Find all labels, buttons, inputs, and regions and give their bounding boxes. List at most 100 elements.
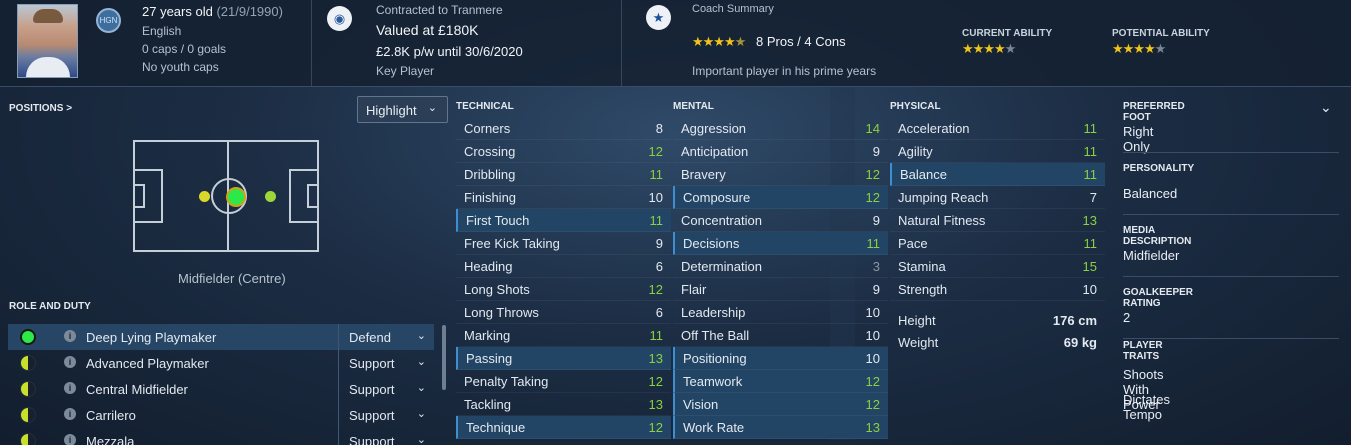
- attribute-value: 13: [1082, 213, 1097, 228]
- mental-attribute-row[interactable]: Work Rate 13: [673, 416, 888, 439]
- duty-dropdown[interactable]: Defend ⌄: [338, 324, 434, 350]
- position-dot-mc[interactable]: [226, 187, 246, 207]
- coach-star-icon: ★: [646, 5, 671, 30]
- contract-label: Contracted to Tranmere: [376, 3, 503, 17]
- technical-attribute-row[interactable]: Penalty Taking 12: [456, 370, 671, 393]
- dob-text: (21/9/1990): [216, 4, 283, 19]
- mental-attribute-row[interactable]: Concentration 9: [673, 209, 888, 232]
- physical-attribute-row[interactable]: Balance 11: [890, 163, 1105, 186]
- mental-attribute-row[interactable]: Determination 3: [673, 255, 888, 278]
- attribute-name: Long Throws: [464, 305, 539, 320]
- chevron-down-icon: ⌄: [416, 434, 426, 445]
- roles-scrollbar[interactable]: [442, 325, 446, 390]
- attribute-value: 13: [648, 397, 663, 412]
- duty-dropdown[interactable]: Support ⌄: [338, 428, 434, 445]
- physical-attribute-row[interactable]: Strength 10: [890, 278, 1105, 301]
- mental-attribute-row[interactable]: Composure 12: [673, 186, 888, 209]
- mental-attribute-row[interactable]: Vision 12: [673, 393, 888, 416]
- duty-dropdown[interactable]: Support ⌄: [338, 402, 434, 428]
- tranmere-badge-icon[interactable]: ◉: [327, 6, 352, 31]
- attribute-value: 11: [1083, 236, 1098, 251]
- duty-label: Support: [349, 382, 395, 397]
- mental-attribute-row[interactable]: Off The Ball 10: [673, 324, 888, 347]
- attribute-name: Corners: [464, 121, 511, 136]
- mental-attribute-row[interactable]: Positioning 10: [673, 347, 888, 370]
- role-suitability-icon: [20, 329, 36, 345]
- info-icon[interactable]: i: [64, 330, 76, 342]
- duty-label: Support: [349, 434, 395, 445]
- physical-attribute-row[interactable]: Pace 11: [890, 232, 1105, 255]
- club-badge-icon[interactable]: HGN: [96, 8, 121, 33]
- position-dot-dm[interactable]: [199, 191, 210, 202]
- coach-stars: ★★★★★: [692, 34, 746, 49]
- role-name: Carrilero: [86, 408, 136, 423]
- attribute-name: Crossing: [464, 144, 516, 159]
- mental-attribute-row[interactable]: Aggression 14: [673, 117, 888, 140]
- info-icon[interactable]: i: [64, 434, 76, 445]
- role-row[interactable]: i Carrilero Support ⌄: [8, 402, 434, 428]
- chevron-down-icon[interactable]: ⌄: [1320, 99, 1332, 116]
- attribute-value: 11: [649, 328, 664, 343]
- technical-attribute-row[interactable]: Passing 13: [456, 347, 671, 370]
- technical-attribute-row[interactable]: Heading 6: [456, 255, 671, 278]
- attribute-name: Teamwork: [683, 374, 743, 389]
- info-icon[interactable]: i: [64, 408, 76, 420]
- attribute-name: Natural Fitness: [898, 213, 986, 228]
- attribute-name: Vision: [683, 397, 719, 412]
- attribute-name: Off The Ball: [681, 328, 750, 343]
- technical-attribute-row[interactable]: Long Throws 6: [456, 301, 671, 324]
- info-icon[interactable]: i: [64, 382, 76, 394]
- attribute-name: Technique: [466, 420, 526, 435]
- technical-attribute-row[interactable]: Dribbling 11: [456, 163, 671, 186]
- technical-attribute-row[interactable]: Tackling 13: [456, 393, 671, 416]
- physical-attribute-row[interactable]: Acceleration 11: [890, 117, 1105, 140]
- physical-attribute-row[interactable]: Stamina 15: [890, 255, 1105, 278]
- technical-attribute-row[interactable]: Corners 8: [456, 117, 671, 140]
- attribute-name: Determination: [681, 259, 762, 274]
- attribute-value: 13: [648, 351, 663, 366]
- mental-attribute-row[interactable]: Flair 9: [673, 278, 888, 301]
- positions-link[interactable]: POSITIONS >: [9, 103, 72, 114]
- technical-attribute-row[interactable]: Crossing 12: [456, 140, 671, 163]
- attribute-value: 6: [655, 259, 663, 274]
- role-name: Advanced Playmaker: [86, 356, 209, 371]
- role-row[interactable]: i Deep Lying Playmaker Defend ⌄: [8, 324, 434, 350]
- role-row[interactable]: i Advanced Playmaker Support ⌄: [8, 350, 434, 376]
- mental-attribute-row[interactable]: Decisions 11: [673, 232, 888, 255]
- mental-attribute-row[interactable]: Leadership 10: [673, 301, 888, 324]
- technical-attribute-row[interactable]: Technique 12: [456, 416, 671, 439]
- player-trait[interactable]: Dictates Tempo: [1123, 392, 1170, 422]
- attribute-value: 12: [648, 420, 663, 435]
- attribute-value: 14: [865, 121, 880, 136]
- position-dot-am[interactable]: [265, 191, 276, 202]
- technical-attribute-row[interactable]: Finishing 10: [456, 186, 671, 209]
- role-suitability-icon: [20, 407, 36, 423]
- squad-status: Key Player: [376, 64, 435, 78]
- role-row[interactable]: i Central Midfielder Support ⌄: [8, 376, 434, 402]
- role-duty-heading: ROLE AND DUTY: [9, 301, 91, 312]
- mental-attribute-row[interactable]: Anticipation 9: [673, 140, 888, 163]
- attribute-value: 9: [872, 213, 880, 228]
- technical-attribute-row[interactable]: Free Kick Taking 9: [456, 232, 671, 255]
- weight-row: Weight 69 kg: [890, 332, 1105, 354]
- highlight-dropdown[interactable]: Highlight ⌄: [357, 96, 448, 123]
- technical-attribute-row[interactable]: Long Shots 12: [456, 278, 671, 301]
- duty-dropdown[interactable]: Support ⌄: [338, 376, 434, 402]
- attribute-value: 6: [655, 305, 663, 320]
- attribute-name: Decisions: [683, 236, 740, 251]
- technical-attribute-row[interactable]: Marking 11: [456, 324, 671, 347]
- player-value: Valued at £180K: [376, 22, 479, 38]
- attribute-value: 12: [865, 397, 880, 412]
- pros-cons[interactable]: 8 Pros / 4 Cons: [756, 34, 846, 49]
- physical-attribute-row[interactable]: Natural Fitness 13: [890, 209, 1105, 232]
- info-icon[interactable]: i: [64, 356, 76, 368]
- physical-attribute-row[interactable]: Agility 11: [890, 140, 1105, 163]
- duty-dropdown[interactable]: Support ⌄: [338, 350, 434, 376]
- physical-attribute-row[interactable]: Jumping Reach 7: [890, 186, 1105, 209]
- technical-attribute-row[interactable]: First Touch 11: [456, 209, 671, 232]
- role-row[interactable]: i Mezzala Support ⌄: [8, 428, 434, 445]
- attribute-value: 9: [655, 236, 663, 251]
- height-value: 176 cm: [1052, 313, 1097, 328]
- mental-attribute-row[interactable]: Teamwork 12: [673, 370, 888, 393]
- mental-attribute-row[interactable]: Bravery 12: [673, 163, 888, 186]
